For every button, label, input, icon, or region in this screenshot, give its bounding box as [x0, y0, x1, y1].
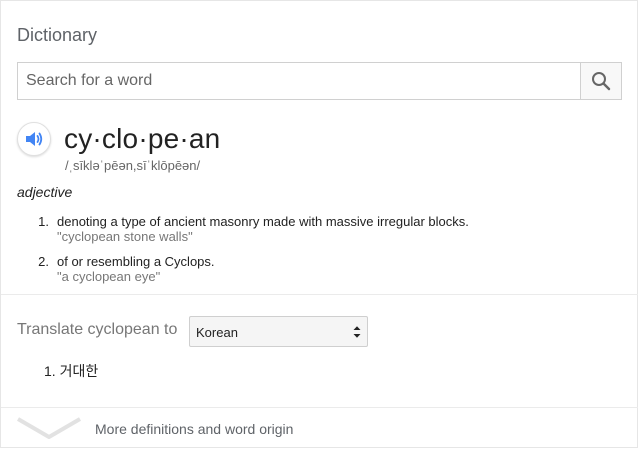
translation-text: 거대한 [59, 363, 99, 379]
speaker-icon [26, 132, 43, 146]
search-input[interactable] [18, 63, 582, 99]
definition-number: 1. [38, 214, 49, 229]
definition-example: "cyclopean stone walls" [57, 229, 193, 244]
part-of-speech: adjective [17, 184, 73, 200]
search-button[interactable] [580, 63, 621, 99]
definition-text: of or resembling a Cyclops. [57, 254, 215, 269]
search-icon [592, 72, 611, 91]
phonetic-spelling: /ˌsīkləˈpēən,sīˈklōpēən/ [65, 158, 201, 173]
more-definitions-label: More definitions and word origin [95, 421, 294, 437]
headword: cy·clo·pe·an [64, 123, 221, 154]
language-select-value: Korean [196, 325, 238, 340]
search-box [17, 62, 622, 100]
dictionary-title: Dictionary [17, 25, 98, 45]
definition-number: 2. [38, 254, 49, 269]
translation-item: 1. 거대한 [44, 361, 98, 381]
dropdown-arrows-icon [353, 326, 361, 338]
translate-label: Translate cyclopean to [17, 321, 178, 338]
chevron-down-icon [17, 417, 81, 439]
definition-example: "a cyclopean eye" [57, 269, 161, 284]
pronounce-button[interactable] [17, 122, 51, 156]
translation-number: 1. [44, 363, 56, 379]
dictionary-card: Dictionary cy·clo·pe·an /ˌsīkləˈpēən,sīˈ… [0, 0, 638, 448]
more-definitions-link[interactable]: More definitions and word origin [1, 408, 638, 449]
language-select[interactable]: Korean [189, 316, 368, 347]
definition-text: denoting a type of ancient masonry made … [57, 214, 469, 229]
divider [1, 294, 638, 295]
